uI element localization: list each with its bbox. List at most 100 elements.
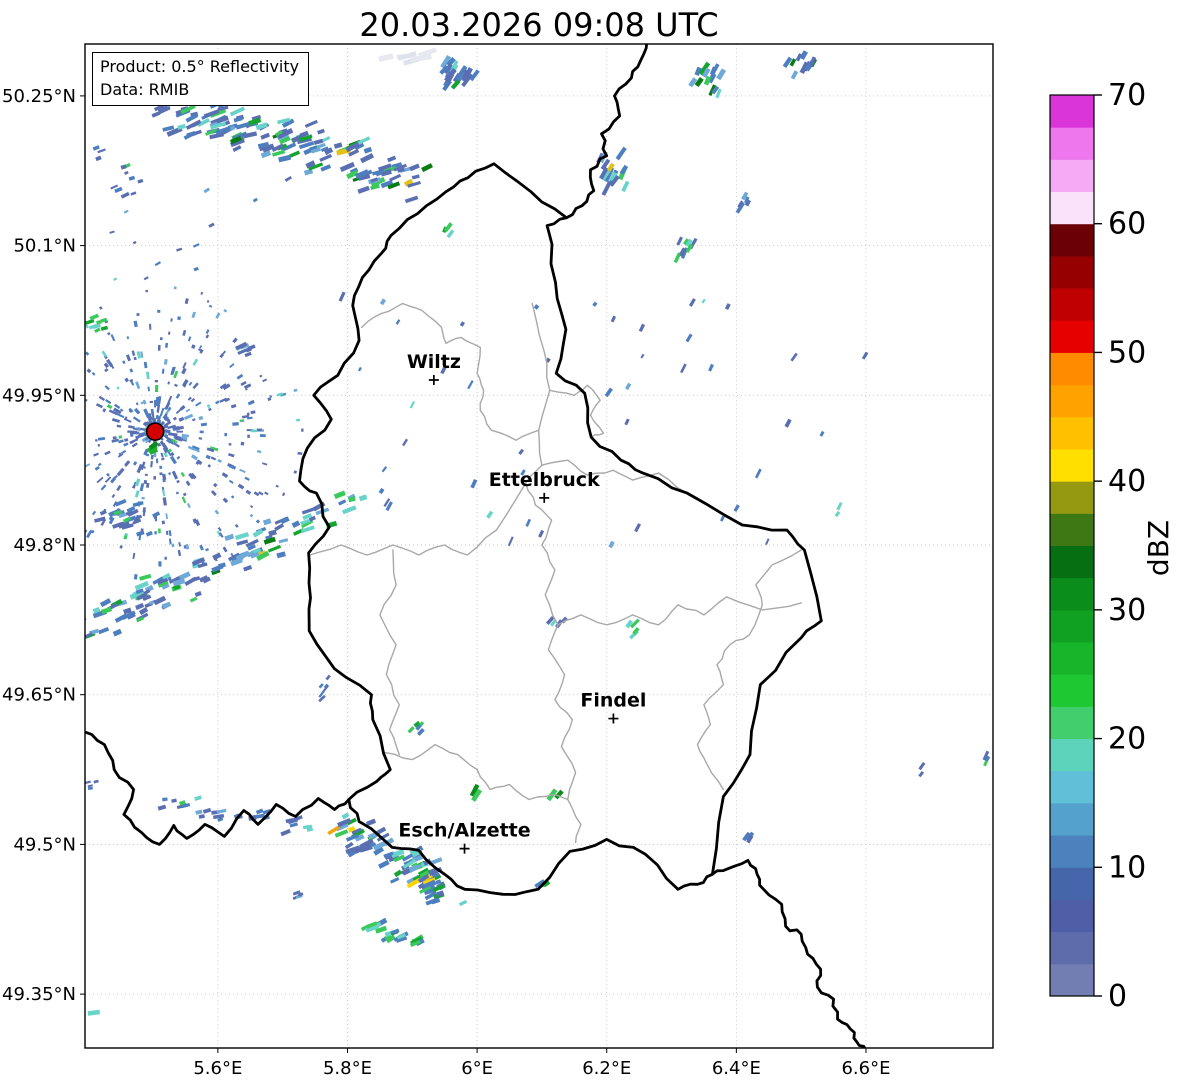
echo: [458, 899, 468, 907]
echo: [161, 368, 165, 374]
colorbar-band: [1050, 802, 1094, 836]
echo: [276, 551, 286, 559]
echo: [202, 807, 212, 814]
colorbar-band: [1050, 577, 1094, 611]
echo: [634, 523, 642, 533]
echo: [65, 352, 71, 358]
echo: [87, 1009, 101, 1016]
echo: [720, 515, 725, 522]
echo: [78, 516, 84, 522]
colorbar-band: [1050, 288, 1094, 321]
echo: [86, 368, 92, 374]
echo: [77, 546, 80, 550]
echo: [143, 276, 149, 281]
echo: [100, 325, 109, 331]
echo: [176, 247, 183, 252]
echo: [243, 565, 253, 572]
echo: [123, 209, 129, 214]
echo: [754, 468, 762, 479]
echo: [836, 501, 843, 511]
echo: [161, 457, 165, 461]
y-tick-label: 49.5°N: [13, 834, 76, 855]
echo: [525, 518, 532, 527]
echo: [688, 77, 698, 88]
echo: [104, 450, 111, 456]
echo: [88, 323, 98, 330]
echo: [110, 334, 116, 342]
echo: [229, 363, 235, 369]
echo: [77, 428, 85, 430]
echo: [244, 351, 252, 358]
echo: [168, 538, 172, 545]
echo: [147, 386, 151, 392]
echo: [123, 442, 129, 447]
echo: [145, 530, 153, 537]
echo: [92, 145, 100, 151]
echo: [250, 410, 256, 415]
echo: [621, 180, 630, 193]
echo: [46, 431, 51, 434]
echo: [378, 53, 394, 63]
echo: [74, 408, 80, 412]
echo: [834, 510, 841, 518]
echo: [178, 542, 182, 547]
echo: [258, 491, 264, 496]
echo: [187, 336, 192, 342]
colorbar-tick-label: 40: [1108, 464, 1146, 499]
echo: [215, 312, 221, 319]
echo: [63, 520, 67, 524]
echo: [133, 407, 141, 415]
echo: [96, 319, 102, 325]
colorbar-tick-label: 0: [1108, 979, 1127, 1014]
echo: [81, 419, 84, 422]
echo: [182, 329, 187, 337]
echo: [177, 124, 186, 130]
echo: [9, 453, 13, 456]
echo: [111, 418, 121, 423]
echo: [389, 877, 400, 884]
echo: [106, 404, 113, 410]
echo: [175, 408, 182, 414]
echo: [121, 449, 127, 455]
echo: [409, 163, 420, 172]
echo: [169, 455, 177, 465]
echo: [123, 438, 129, 442]
product-line: Product: 0.5° Reflectivity: [100, 57, 300, 76]
echo: [144, 473, 148, 477]
echo: [301, 507, 315, 515]
axis-layer: 5.6°E 5.8°E 6°E 6.2°E 6.4°E 6.6°E 50.25°N 50.1°…: [2, 43, 994, 1079]
city-marker-wiltz: [428, 375, 439, 386]
border-district: [379, 549, 400, 756]
echo: [232, 337, 238, 344]
data-source-line: Data: RMIB: [100, 79, 190, 99]
colorbar-unit-label: dBZ: [1142, 520, 1175, 576]
echo: [325, 674, 331, 681]
echo: [119, 545, 123, 549]
echo: [784, 418, 792, 428]
echo: [430, 897, 441, 905]
colorbar-band: [1050, 223, 1094, 257]
echo: [180, 471, 186, 478]
echo: [206, 299, 210, 303]
x-tick-label: 5.8°E: [323, 1058, 372, 1079]
echo: [363, 146, 373, 154]
echo: [116, 467, 125, 477]
echo: [608, 540, 615, 549]
echo: [74, 379, 80, 384]
echo: [165, 513, 168, 520]
echo: [59, 497, 65, 502]
echo: [97, 443, 101, 447]
map-canvas: WiltzEttelbruckFindelEsch/Alzette 5.6°E 5…: [2, 43, 1175, 1079]
echo: [243, 383, 252, 390]
echo: [918, 770, 925, 778]
echo: [126, 336, 130, 340]
echo: [160, 452, 164, 458]
colorbar-band: [1050, 255, 1094, 289]
echo: [14, 410, 18, 414]
echo: [168, 432, 178, 437]
colorbar-band: [1050, 738, 1094, 772]
echo: [244, 476, 250, 481]
echo: [89, 313, 100, 321]
echo: [37, 357, 40, 360]
colorbar-tick-label: 10: [1108, 850, 1146, 885]
